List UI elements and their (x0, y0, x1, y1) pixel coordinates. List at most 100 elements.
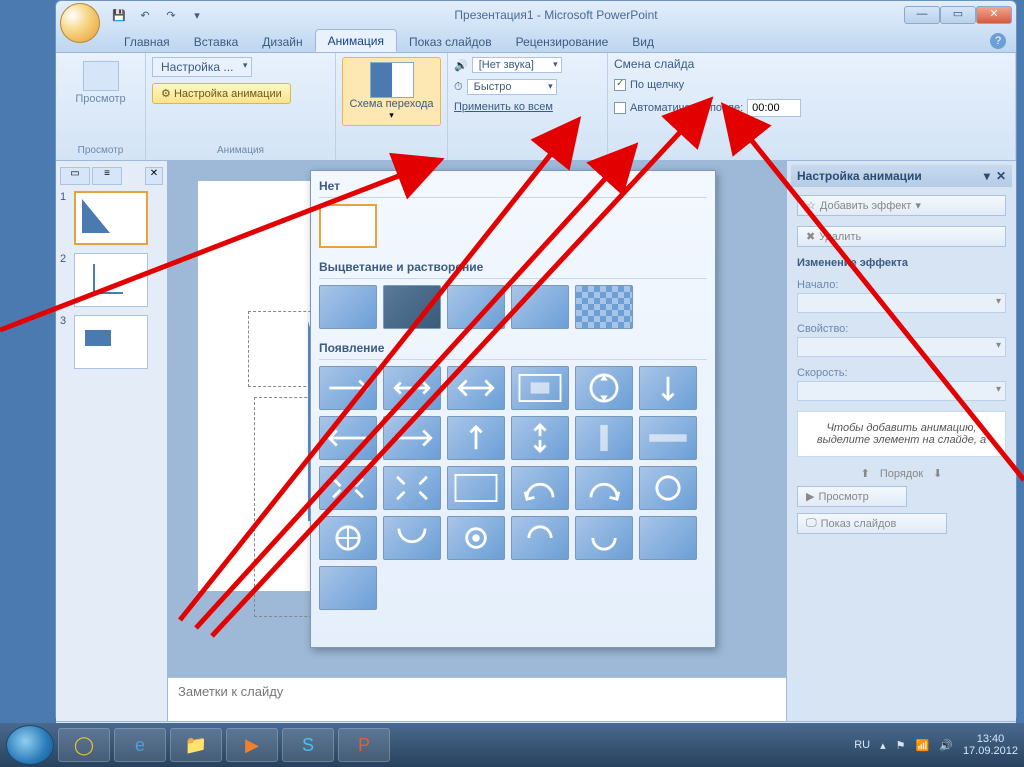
speed-label: Скорость: (797, 367, 1006, 379)
transition-item[interactable] (319, 366, 377, 410)
tray-flag-icon[interactable]: ⚑ (896, 739, 906, 752)
transition-item[interactable] (319, 285, 377, 329)
tray-date: 17.09.2012 (963, 745, 1018, 757)
transition-item[interactable] (383, 366, 441, 410)
transition-item[interactable] (383, 285, 441, 329)
tray-lang[interactable]: RU (854, 739, 870, 751)
taskbar-powerpoint[interactable]: P (338, 728, 390, 762)
transition-item[interactable] (511, 466, 569, 510)
order-label: Порядок (880, 468, 923, 480)
order-down-icon: ⬇ (933, 467, 942, 480)
auto-after-time-field[interactable] (747, 99, 801, 117)
transition-item[interactable] (447, 285, 505, 329)
transition-item[interactable] (447, 466, 505, 510)
transition-item[interactable] (575, 416, 633, 460)
apply-to-all-link[interactable]: Применить ко всем (454, 101, 601, 113)
tab-animation[interactable]: Анимация (315, 29, 397, 52)
chevron-down-icon: ▾ (389, 110, 394, 121)
preview-button[interactable]: Просмотр (62, 57, 139, 109)
close-button[interactable]: ✕ (976, 6, 1012, 24)
tray-clock[interactable]: 13:40 17.09.2012 (963, 733, 1018, 757)
tray-arrow-icon[interactable]: ▴ (880, 739, 886, 752)
slide-num: 2 (60, 253, 70, 265)
transition-item[interactable] (319, 466, 377, 510)
order-up-icon: ⬆ (861, 467, 870, 480)
auto-after-checkbox[interactable] (614, 102, 626, 114)
taskpane-close-icon[interactable]: ✕ (996, 169, 1006, 183)
tab-slideshow[interactable]: Показ слайдов (397, 31, 504, 52)
transition-item[interactable] (639, 516, 697, 560)
tp-slideshow-button[interactable]: 🖵 Показ слайдов (797, 513, 947, 534)
office-button[interactable] (60, 3, 100, 43)
transition-item[interactable] (639, 416, 697, 460)
minimize-button[interactable]: — (904, 6, 940, 24)
panel-tab-slides[interactable]: ▭ (60, 167, 90, 185)
animation-dropdown[interactable]: Настройка ... (152, 57, 252, 77)
transition-none-item[interactable] (319, 204, 377, 248)
slide-preview (74, 253, 148, 307)
transition-item[interactable] (575, 366, 633, 410)
tray-volume-icon[interactable]: 🔊 (939, 739, 953, 752)
transition-item[interactable] (447, 416, 505, 460)
slides-panel: ▭ ≡ ✕ 1 2 3 (56, 161, 168, 721)
transition-item[interactable] (447, 366, 505, 410)
tab-insert[interactable]: Вставка (182, 31, 251, 52)
taskpane-hint: Чтобы добавить анимацию, выделите элемен… (797, 411, 1006, 457)
transition-item[interactable] (575, 466, 633, 510)
panel-close-icon[interactable]: ✕ (145, 167, 163, 185)
qat-save[interactable]: 💾 (108, 5, 130, 25)
transition-item[interactable] (511, 285, 569, 329)
transition-item[interactable] (511, 366, 569, 410)
tp-preview-button[interactable]: ▶ Просмотр (797, 486, 907, 507)
qat-redo[interactable]: ↷ (160, 5, 182, 25)
transition-item[interactable] (383, 416, 441, 460)
maximize-button[interactable]: ▭ (940, 6, 976, 24)
help-icon[interactable]: ? (990, 33, 1006, 49)
tab-review[interactable]: Рецензирование (504, 31, 621, 52)
on-click-label: По щелчку (630, 79, 684, 91)
transition-item[interactable] (639, 466, 697, 510)
on-click-checkbox[interactable] (614, 79, 626, 91)
taskbar-media[interactable]: ▶ (226, 728, 278, 762)
taskbar-ie[interactable]: e (114, 728, 166, 762)
slide-num: 1 (60, 191, 70, 203)
gallery-section-none: Нет (319, 175, 707, 198)
tab-view[interactable]: Вид (620, 31, 666, 52)
slide-preview (74, 315, 148, 369)
speed-dropdown[interactable]: Быстро (467, 79, 557, 95)
transition-item[interactable] (383, 516, 441, 560)
skype-icon: S (302, 735, 314, 756)
speed-tp-dropdown (797, 381, 1006, 401)
notes-pane[interactable]: Заметки к слайду (168, 677, 786, 721)
slide-thumb-3[interactable]: 3 (60, 315, 163, 369)
taskbar-skype[interactable]: S (282, 728, 334, 762)
transition-item[interactable] (319, 566, 377, 610)
sound-icon: 🔊 (454, 59, 468, 72)
transition-item[interactable] (319, 416, 377, 460)
sound-dropdown[interactable]: [Нет звука] (472, 57, 562, 73)
custom-animation-button[interactable]: ⚙ Настройка анимации (152, 83, 291, 104)
transition-item[interactable] (639, 366, 697, 410)
folder-icon: 📁 (185, 735, 207, 756)
transition-item[interactable] (511, 416, 569, 460)
tab-home[interactable]: Главная (112, 31, 182, 52)
taskpane-dropdown-icon[interactable]: ▾ (984, 169, 990, 183)
tab-design[interactable]: Дизайн (250, 31, 314, 52)
transition-item[interactable] (383, 466, 441, 510)
transition-item[interactable] (575, 285, 633, 329)
transition-item[interactable] (447, 516, 505, 560)
tray-network-icon[interactable]: 📶 (916, 739, 930, 752)
add-effect-button[interactable]: ☆Добавить эффект ▾ (797, 195, 1006, 216)
slide-thumb-1[interactable]: 1 (60, 191, 163, 245)
taskbar-chrome[interactable]: ◯ (58, 728, 110, 762)
transition-item[interactable] (511, 516, 569, 560)
taskbar-explorer[interactable]: 📁 (170, 728, 222, 762)
slide-thumb-2[interactable]: 2 (60, 253, 163, 307)
panel-tab-outline[interactable]: ≡ (92, 167, 122, 185)
transition-item[interactable] (319, 516, 377, 560)
transition-scheme-button[interactable]: Схема перехода ▾ (342, 57, 441, 126)
qat-customize-icon[interactable]: ▾ (186, 5, 208, 25)
qat-undo[interactable]: ↶ (134, 5, 156, 25)
transition-item[interactable] (575, 516, 633, 560)
start-button[interactable] (6, 725, 54, 765)
